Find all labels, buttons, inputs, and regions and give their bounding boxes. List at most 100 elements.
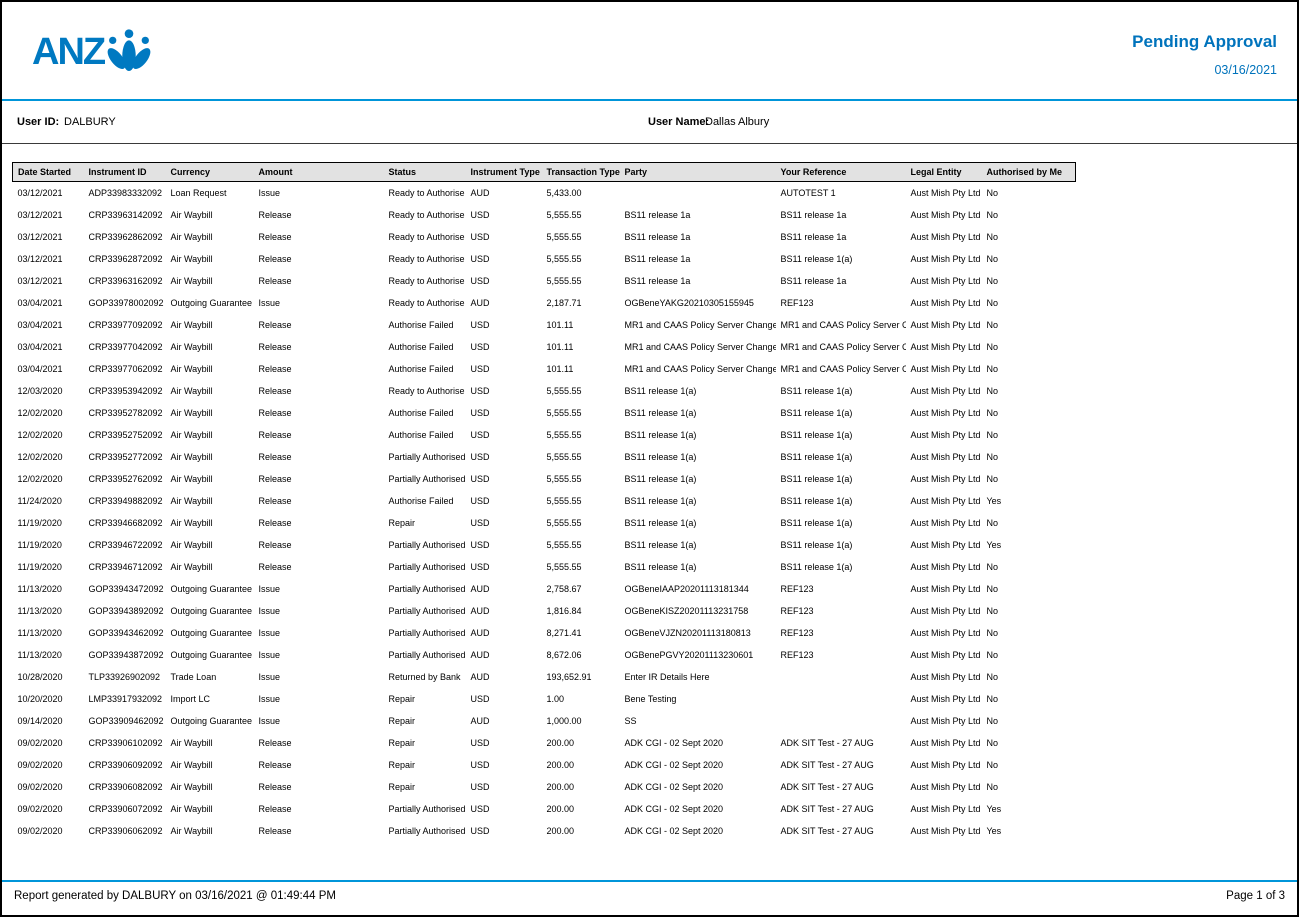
table-cell: CRP33946722092	[84, 534, 166, 556]
pending-approval-table: Date StartedInstrument IDCurrencyAmountS…	[12, 162, 1076, 842]
table-cell: BS11 release 1(a)	[776, 556, 906, 578]
table-cell: 03/04/2021	[13, 336, 84, 358]
table-cell: 03/04/2021	[13, 292, 84, 314]
column-header: Currency	[166, 163, 254, 182]
table-cell: Release	[254, 556, 384, 578]
table-cell: 5,555.55	[542, 534, 620, 556]
table-cell: Enter IR Details Here	[620, 666, 776, 688]
table-cell: 200.00	[542, 776, 620, 798]
table-row: 03/04/2021CRP33977042092Air WaybillRelea…	[13, 336, 1076, 358]
table-cell: Ready to Authorise	[384, 226, 466, 248]
table-cell: Ready to Authorise	[384, 248, 466, 270]
table-cell: Issue	[254, 182, 384, 204]
column-header: Legal Entity	[906, 163, 982, 182]
table-cell: Aust Mish Pty Ltd	[906, 512, 982, 534]
column-header: Date Started	[13, 163, 84, 182]
table-cell: CRP33962872092	[84, 248, 166, 270]
table-cell: No	[982, 424, 1076, 446]
table-cell: BS11 release 1(a)	[776, 248, 906, 270]
column-header: Status	[384, 163, 466, 182]
table-cell: Partially Authorised	[384, 578, 466, 600]
table-row: 09/02/2020CRP33906102092Air WaybillRelea…	[13, 732, 1076, 754]
table-cell: Release	[254, 336, 384, 358]
table-cell: Release	[254, 446, 384, 468]
table-cell: Air Waybill	[166, 358, 254, 380]
table-cell: No	[982, 226, 1076, 248]
table-cell: CRP33977062092	[84, 358, 166, 380]
table-cell: 11/13/2020	[13, 622, 84, 644]
table-cell: Aust Mish Pty Ltd	[906, 270, 982, 292]
table-cell: REF123	[776, 292, 906, 314]
table-cell: Issue	[254, 622, 384, 644]
table-cell: Air Waybill	[166, 512, 254, 534]
table-cell: 11/13/2020	[13, 644, 84, 666]
column-header: Transaction Type	[542, 163, 620, 182]
table-cell: 09/02/2020	[13, 798, 84, 820]
table-cell: Release	[254, 490, 384, 512]
table-cell: Release	[254, 380, 384, 402]
table-cell: No	[982, 292, 1076, 314]
table-cell: No	[982, 578, 1076, 600]
table-cell: Authorise Failed	[384, 358, 466, 380]
column-header: Amount	[254, 163, 384, 182]
table-cell: 09/02/2020	[13, 820, 84, 842]
table-cell: Yes	[982, 798, 1076, 820]
table-cell: Aust Mish Pty Ltd	[906, 490, 982, 512]
table-cell: Authorise Failed	[384, 402, 466, 424]
table-cell: 2,758.67	[542, 578, 620, 600]
table-cell: 200.00	[542, 798, 620, 820]
table-cell: No	[982, 776, 1076, 798]
table-cell: AUD	[466, 644, 542, 666]
table-cell: CRP33946682092	[84, 512, 166, 534]
table-cell: Aust Mish Pty Ltd	[906, 204, 982, 226]
table-cell: Outgoing Guarantee	[166, 622, 254, 644]
table-cell: REF123	[776, 644, 906, 666]
table-cell	[776, 710, 906, 732]
table-cell: CRP33962862092	[84, 226, 166, 248]
table-row: 03/12/2021CRP33962862092Air WaybillRelea…	[13, 226, 1076, 248]
table-cell: 5,555.55	[542, 468, 620, 490]
table-cell: No	[982, 468, 1076, 490]
table-cell: 193,652.91	[542, 666, 620, 688]
table-cell: Authorise Failed	[384, 314, 466, 336]
table-cell: Ready to Authorise	[384, 270, 466, 292]
table-cell: Issue	[254, 710, 384, 732]
table-cell: Aust Mish Pty Ltd	[906, 248, 982, 270]
table-cell	[776, 666, 906, 688]
table-cell: Aust Mish Pty Ltd	[906, 424, 982, 446]
table-cell: 5,555.55	[542, 270, 620, 292]
table-cell: USD	[466, 754, 542, 776]
table-cell: Partially Authorised	[384, 556, 466, 578]
user-id-label: User ID:	[17, 116, 59, 128]
table-cell: No	[982, 182, 1076, 204]
table-cell: Aust Mish Pty Ltd	[906, 600, 982, 622]
table-cell: Issue	[254, 644, 384, 666]
table-cell: USD	[466, 270, 542, 292]
table-cell: BS11 release 1a	[620, 226, 776, 248]
table-row: 12/03/2020CRP33953942092Air WaybillRelea…	[13, 380, 1076, 402]
table-cell: Import LC	[166, 688, 254, 710]
table-row: 03/04/2021CRP33977092092Air WaybillRelea…	[13, 314, 1076, 336]
table-cell: Aust Mish Pty Ltd	[906, 468, 982, 490]
table-cell: CRP33906102092	[84, 732, 166, 754]
table-cell: Loan Request	[166, 182, 254, 204]
table-cell	[620, 182, 776, 204]
report-page: ANZ Pending Approval 03/16/2021	[0, 0, 1299, 917]
table-cell: 1,816.84	[542, 600, 620, 622]
table-cell: USD	[466, 314, 542, 336]
table-cell: LMP33917932092	[84, 688, 166, 710]
table-cell: BS11 release 1(a)	[776, 380, 906, 402]
table-cell: Air Waybill	[166, 248, 254, 270]
table-cell: No	[982, 314, 1076, 336]
table-cell: Repair	[384, 512, 466, 534]
table-cell: CRP33977042092	[84, 336, 166, 358]
table-cell: No	[982, 512, 1076, 534]
table-cell: BS11 release 1a	[620, 270, 776, 292]
table-row: 11/24/2020CRP33949882092Air WaybillRelea…	[13, 490, 1076, 512]
table-cell: MR1 and CAAS Policy Server Cha	[776, 336, 906, 358]
table-cell: Air Waybill	[166, 204, 254, 226]
table-cell: Release	[254, 314, 384, 336]
table-cell: 03/12/2021	[13, 204, 84, 226]
page-title: Pending Approval	[1132, 32, 1277, 52]
column-header: Authorised by Me	[982, 163, 1076, 182]
